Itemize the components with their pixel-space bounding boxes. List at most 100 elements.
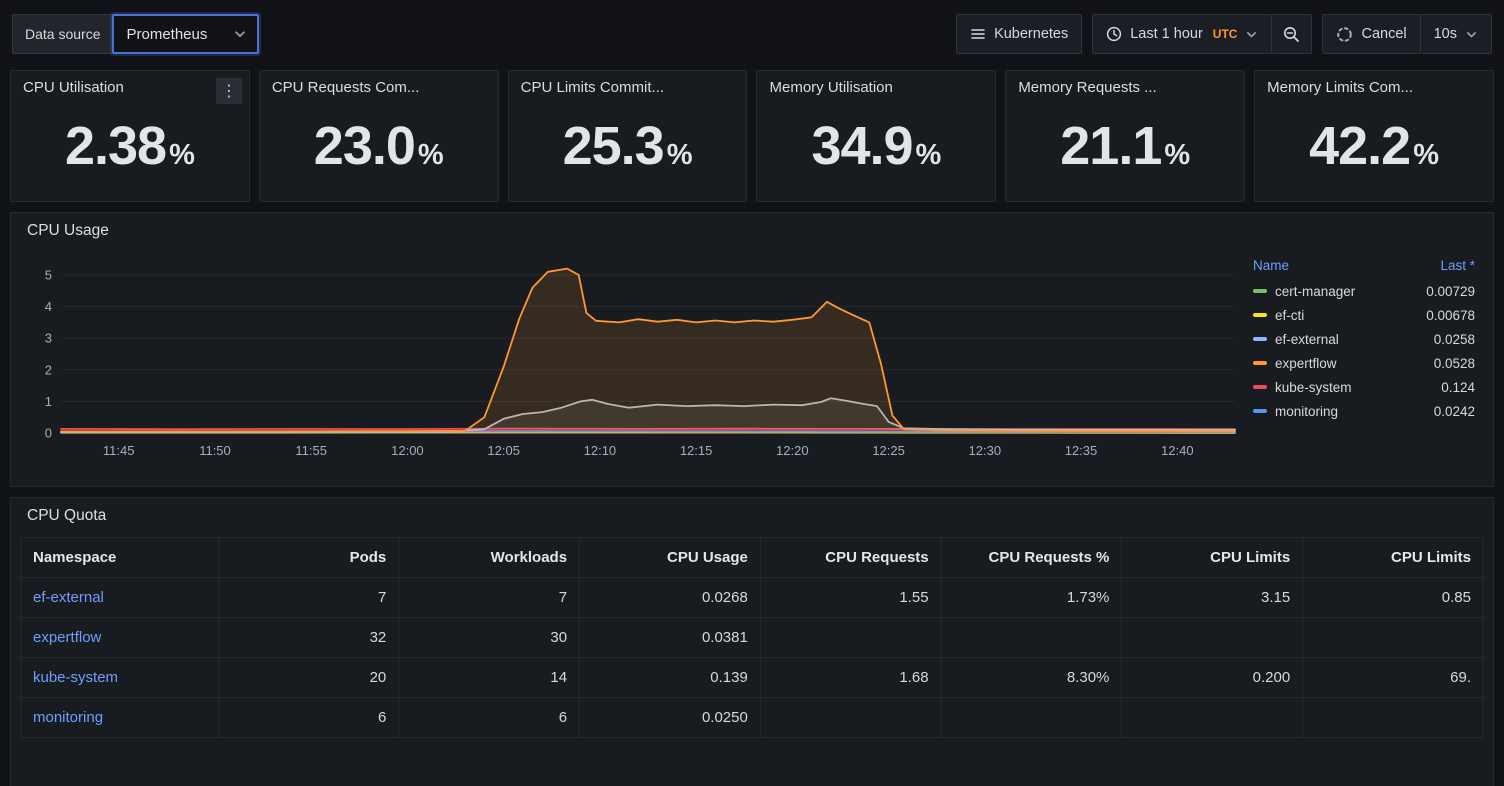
- svg-text:12:00: 12:00: [391, 443, 424, 458]
- stat-value: 25.3%: [563, 115, 693, 177]
- stat-panel-cpu-utilisation: CPU Utilisation ⋮ 2.38%: [10, 70, 250, 202]
- column-header[interactable]: Workloads: [399, 538, 580, 578]
- column-header[interactable]: Pods: [218, 538, 399, 578]
- table-cell: 20: [218, 658, 399, 698]
- legend-last-header[interactable]: Last *: [1440, 258, 1475, 273]
- cpu-usage-chart[interactable]: 01234511:4511:5011:5512:0012:0512:1012:1…: [19, 248, 1253, 468]
- stat-value: 23.0%: [314, 115, 444, 177]
- table-cell: [941, 698, 1122, 738]
- stat-value: 21.1%: [1060, 115, 1190, 177]
- chart-legend: Name Last * cert-manager0.00729ef-cti0.0…: [1253, 248, 1485, 468]
- panel-title[interactable]: CPU Utilisation: [23, 79, 237, 96]
- stat-panel-memory-utilisation: Memory Utilisation 34.9%: [756, 70, 996, 202]
- table-cell: 0.0381: [580, 618, 761, 658]
- stat-panel-memory-requests: Memory Requests ... 21.1%: [1005, 70, 1245, 202]
- table-cell: [760, 618, 941, 658]
- table-row: monitoring660.0250: [21, 698, 1484, 738]
- zoom-out-icon: [1283, 26, 1300, 43]
- namespace-link[interactable]: ef-external: [21, 578, 219, 618]
- column-header[interactable]: CPU Requests: [760, 538, 941, 578]
- stats-row: CPU Utilisation ⋮ 2.38% CPU Requests Com…: [0, 70, 1504, 202]
- chevron-down-icon: [233, 27, 247, 41]
- column-header[interactable]: CPU Requests %: [941, 538, 1122, 578]
- timezone-label: UTC: [1213, 27, 1238, 41]
- panel-title[interactable]: Memory Limits Com...: [1267, 79, 1481, 96]
- table-cell: [1122, 618, 1303, 658]
- panel-title[interactable]: CPU Usage: [11, 213, 125, 246]
- svg-text:0: 0: [45, 426, 52, 441]
- svg-text:12:10: 12:10: [584, 443, 617, 458]
- zoom-out-button[interactable]: [1272, 14, 1312, 54]
- legend-item: ef-cti0.00678: [1253, 303, 1475, 327]
- legend-series-name[interactable]: expertflow: [1275, 356, 1337, 371]
- svg-text:12:20: 12:20: [776, 443, 809, 458]
- panel-title[interactable]: CPU Requests Com...: [272, 79, 486, 96]
- legend-series-last-value: 0.0528: [1434, 356, 1475, 371]
- column-header[interactable]: CPU Limits: [1122, 538, 1303, 578]
- series-color-icon: [1253, 289, 1267, 293]
- svg-text:12:05: 12:05: [487, 443, 520, 458]
- stat-value: 34.9%: [811, 115, 941, 177]
- cpu-quota-panel: CPU Quota NamespacePodsWorkloadsCPU Usag…: [10, 497, 1494, 786]
- svg-text:4: 4: [45, 299, 52, 314]
- chevron-down-icon: [1465, 28, 1478, 41]
- refresh-interval-dropdown[interactable]: 10s: [1421, 14, 1492, 54]
- series-color-icon: [1253, 337, 1267, 341]
- legend-series-name[interactable]: ef-cti: [1275, 308, 1304, 323]
- namespace-link[interactable]: expertflow: [21, 618, 219, 658]
- svg-text:11:50: 11:50: [199, 443, 231, 458]
- kubernetes-button[interactable]: Kubernetes: [956, 14, 1082, 54]
- panel-title[interactable]: Memory Utilisation: [769, 79, 983, 96]
- legend-series-name[interactable]: cert-manager: [1275, 284, 1355, 299]
- legend-item: ef-external0.0258: [1253, 327, 1475, 351]
- time-range-label: Last 1 hour: [1130, 26, 1203, 42]
- table-cell: 69.: [1303, 658, 1484, 698]
- legend-name-header[interactable]: Name: [1253, 258, 1289, 273]
- datasource-select[interactable]: Prometheus: [112, 14, 259, 54]
- stat-panel-memory-limits: Memory Limits Com... 42.2%: [1254, 70, 1494, 202]
- legend-item: cert-manager 0.00729: [1253, 279, 1475, 303]
- series-color-icon: [1253, 385, 1267, 389]
- legend-series-name[interactable]: ef-external: [1275, 332, 1339, 347]
- svg-text:12:25: 12:25: [872, 443, 905, 458]
- legend-item: kube-system 0.124: [1253, 375, 1475, 399]
- table-cell: 32: [218, 618, 399, 658]
- time-range-picker[interactable]: Last 1 hour UTC: [1092, 14, 1272, 54]
- chevron-down-icon: [1245, 28, 1258, 41]
- panel-title[interactable]: CPU Quota: [11, 498, 122, 531]
- table-cell: 0.0268: [580, 578, 761, 618]
- table-cell: 3.15: [1122, 578, 1303, 618]
- legend-series-last-value: 0.124: [1441, 380, 1475, 395]
- table-cell: 0.139: [580, 658, 761, 698]
- loading-spinner-icon: [1336, 26, 1353, 43]
- table-cell: 7: [218, 578, 399, 618]
- table-cell: [941, 618, 1122, 658]
- table-cell: [1303, 698, 1484, 738]
- table-cell: 8.30%: [941, 658, 1122, 698]
- legend-series-name[interactable]: kube-system: [1275, 380, 1352, 395]
- table-cell: 0.0250: [580, 698, 761, 738]
- panel-title[interactable]: Memory Requests ...: [1018, 79, 1232, 96]
- legend-item: monitoring0.0242: [1253, 399, 1475, 423]
- table-row: kube-system20140.1391.688.30%0.20069.: [21, 658, 1484, 698]
- datasource-value: Prometheus: [126, 26, 207, 43]
- table-cell: 30: [399, 618, 580, 658]
- table-cell: 1.55: [760, 578, 941, 618]
- stat-panel-cpu-requests: CPU Requests Com... 23.0%: [259, 70, 499, 202]
- column-header[interactable]: Namespace: [21, 538, 219, 578]
- series-color-icon: [1253, 313, 1267, 317]
- namespace-link[interactable]: kube-system: [21, 658, 219, 698]
- column-header[interactable]: CPU Limits: [1303, 538, 1484, 578]
- namespace-link[interactable]: monitoring: [21, 698, 219, 738]
- cancel-button[interactable]: Cancel: [1322, 14, 1420, 54]
- svg-text:11:55: 11:55: [295, 443, 327, 458]
- legend-series-name[interactable]: monitoring: [1275, 404, 1338, 419]
- datasource-label: Data source: [12, 14, 112, 54]
- datasource-picker: Data source Prometheus: [12, 14, 259, 54]
- column-header[interactable]: CPU Usage: [580, 538, 761, 578]
- svg-text:3: 3: [45, 331, 52, 346]
- legend-series-last-value: 0.00729: [1426, 284, 1475, 299]
- table-cell: 7: [399, 578, 580, 618]
- table-row: expertflow32300.0381: [21, 618, 1484, 658]
- panel-title[interactable]: CPU Limits Commit...: [521, 79, 735, 96]
